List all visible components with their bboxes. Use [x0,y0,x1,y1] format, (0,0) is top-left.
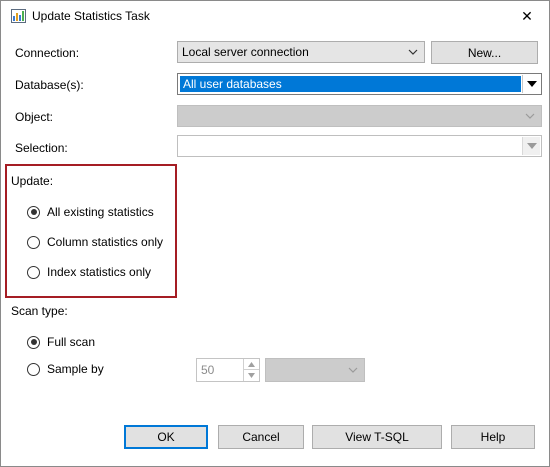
radio-index-statistics-only[interactable]: Index statistics only [27,264,151,280]
ok-button[interactable]: OK [124,425,208,449]
radio-sample-by[interactable]: Sample by [27,361,104,377]
radio-button[interactable] [27,362,40,376]
selection-label: Selection: [15,141,68,155]
radio-full-scan[interactable]: Full scan [27,334,95,350]
connection-combo[interactable]: Local server connection [177,41,425,63]
connection-label: Connection: [15,46,80,60]
database-value: All user databases [183,77,282,91]
update-statistics-dialog: Update Statistics Task ✕ Connection: Loc… [0,0,550,467]
radio-button-checked[interactable] [27,335,40,349]
stepper-buttons [243,359,259,381]
radio-label: Column statistics only [47,235,164,249]
database-combo[interactable]: All user databases [177,73,542,95]
close-button[interactable]: ✕ [505,1,549,31]
connection-value: Local server connection [182,45,309,59]
title-bar: Update Statistics Task ✕ [1,1,549,31]
radio-all-existing-statistics[interactable]: All existing statistics [27,204,154,220]
object-label: Object: [15,110,54,124]
selection-dropdown-button[interactable] [522,137,540,155]
chevron-down-icon [525,113,535,119]
triangle-down-icon [527,81,537,87]
stepper-up-button[interactable] [244,359,259,370]
radio-label: Full scan [47,335,96,349]
window-title: Update Statistics Task [32,9,150,23]
sample-value: 50 [201,363,215,377]
database-label: Database(s): [15,78,84,92]
radio-label: Sample by [47,362,104,376]
update-label: Update: [11,174,54,188]
new-connection-button[interactable]: New... [431,41,538,64]
selection-combo[interactable] [177,135,542,157]
scan-type-label: Scan type: [11,304,68,318]
sample-value-stepper[interactable]: 50 [196,358,260,382]
database-dropdown-button[interactable] [522,75,540,93]
close-icon: ✕ [521,7,533,24]
radio-column-statistics-only[interactable]: Column statistics only [27,234,163,250]
triangle-down-icon [527,143,537,149]
app-icon [11,9,26,23]
caret-down-icon [248,373,255,378]
caret-up-icon [248,361,255,367]
radio-button[interactable] [27,265,40,279]
sample-unit-combo[interactable] [265,358,365,382]
chevron-down-icon [348,367,358,373]
view-tsql-button[interactable]: View T-SQL [312,425,442,449]
stepper-down-button[interactable] [244,370,259,381]
cancel-button[interactable]: Cancel [218,425,304,449]
radio-button-checked[interactable] [27,205,40,219]
radio-button[interactable] [27,235,40,249]
object-combo[interactable] [177,105,542,127]
radio-label: All existing statistics [47,205,154,219]
radio-label: Index statistics only [47,265,152,279]
help-button[interactable]: Help [451,425,535,449]
chevron-down-icon [408,49,418,55]
